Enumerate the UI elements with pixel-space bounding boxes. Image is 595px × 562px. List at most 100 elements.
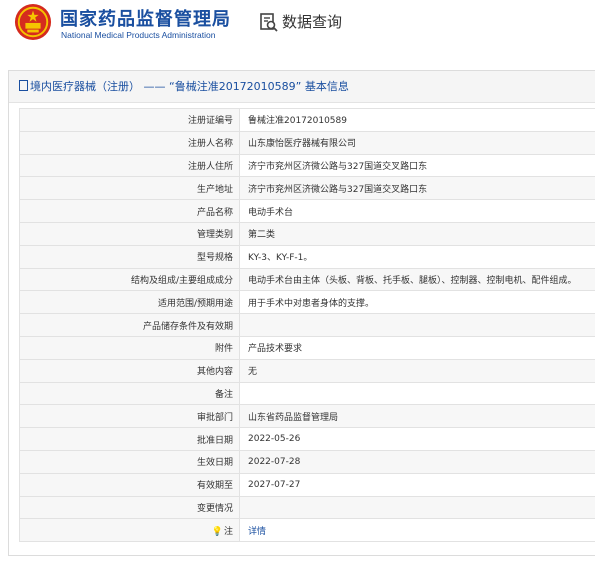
row-label: 💡注: [19, 518, 240, 543]
row-label-text: 备注: [214, 389, 233, 400]
table-row: 批准日期 2022-05-26: [19, 427, 595, 451]
row-label: 产品名称: [19, 199, 240, 223]
row-label-text: 附件: [214, 344, 233, 355]
row-value-text: 2022-05-26: [248, 434, 301, 445]
row-value: [239, 381, 595, 406]
row-label: 结构及组成/主要组成成分: [19, 267, 240, 292]
panel-title: 境内医疗器械（注册） —— “鲁械注准20172010589” 基本信息: [9, 71, 595, 103]
row-label: 备注: [19, 381, 240, 406]
table-row: 审批部门 山东省药品监督管理局: [19, 404, 595, 429]
row-value: 产品技术要求: [239, 335, 595, 360]
row-label: 适用范围/预期用途: [19, 290, 240, 315]
row-value: 第二类: [239, 221, 595, 246]
lightbulb-icon: 💡: [211, 526, 223, 537]
row-value-text: 济宁市兖州区济微公路与327国道交叉路口东: [248, 161, 428, 172]
row-value-text: 电动手术台: [248, 207, 294, 218]
table-row: 生产地址 济宁市兖州区济微公路与327国道交叉路口东: [19, 176, 595, 201]
row-label-text: 型号规格: [196, 253, 233, 264]
site-title[interactable]: 国家药品监督管理局: [60, 5, 231, 31]
row-label: 注册人名称: [19, 130, 240, 155]
row-label-text: 有效期至: [196, 481, 233, 492]
row-value: [239, 495, 595, 520]
row-label-text: 生效日期: [196, 458, 233, 469]
row-value: 2022-05-26: [239, 427, 595, 451]
row-label-text: 注: [223, 526, 233, 537]
details-link[interactable]: 详情: [248, 527, 266, 537]
row-value: [239, 313, 595, 337]
table-row: 变更情况: [19, 495, 595, 520]
row-label: 型号规格: [19, 244, 240, 269]
site-subtitle[interactable]: National Medical Products Administration: [61, 30, 216, 40]
magnifier-doc-icon: [260, 13, 278, 32]
panel-title-text: 境内医疗器械（注册） —— “鲁械注准20172010589” 基本信息: [30, 80, 349, 93]
row-value: 无: [239, 358, 595, 383]
row-label: 生产地址: [19, 176, 240, 201]
row-label-text: 注册证编号: [187, 116, 233, 127]
table-row: 产品名称 电动手术台: [19, 199, 595, 223]
row-value: 济宁市兖州区济微公路与327国道交叉路口东: [239, 153, 595, 178]
site-header: 国家药品监督管理局 National Medical Products Admi…: [0, 0, 595, 52]
row-label: 生效日期: [19, 449, 240, 474]
table-row: 附件 产品技术要求: [19, 335, 595, 360]
table-row: 生效日期 2022-07-28: [19, 449, 595, 474]
detail-panel: 境内医疗器械（注册） —— “鲁械注准20172010589” 基本信息 注册证…: [8, 70, 595, 556]
row-value-text: 电动手术台由主体（头板、背板、托手板、腿板）、控制器、控制电机、配件组成。: [248, 275, 577, 286]
row-value-text: 济宁市兖州区济微公路与327国道交叉路口东: [248, 184, 428, 195]
row-label-text: 批准日期: [196, 435, 233, 446]
row-value: 2022-07-28: [239, 449, 595, 474]
national-emblem-icon: [14, 3, 52, 41]
row-value: 山东省药品监督管理局: [239, 404, 595, 429]
row-label-text: 审批部门: [196, 412, 233, 423]
info-table: 注册证编号 鲁械注准20172010589 注册人名称 山东康怡医疗器械有限公司 注册人…: [19, 108, 595, 543]
table-row: 有效期至 2027-07-27: [19, 472, 595, 497]
row-label-text: 注册人名称: [187, 139, 233, 150]
row-label-text: 变更情况: [196, 503, 233, 514]
row-value: 电动手术台: [239, 199, 595, 223]
row-label: 变更情况: [19, 495, 240, 520]
row-label-text: 结构及组成/主要组成成分: [130, 275, 233, 286]
table-row: 结构及组成/主要组成成分 电动手术台由主体（头板、背板、托手板、腿板）、控制器、控…: [19, 267, 595, 292]
row-label-text: 管理类别: [196, 230, 233, 241]
row-value-text: 产品技术要求: [248, 344, 303, 355]
row-label-text: 生产地址: [196, 184, 233, 195]
row-value: 鲁械注准20172010589: [239, 108, 595, 132]
row-value[interactable]: 详情: [239, 518, 595, 543]
row-label-text: 注册人住所: [187, 161, 233, 172]
row-label: 注册人住所: [19, 153, 240, 178]
document-icon: [19, 80, 28, 91]
table-row: 注册人名称 山东康怡医疗器械有限公司: [19, 130, 595, 155]
row-label: 管理类别: [19, 221, 240, 246]
row-value: 2027-07-27: [239, 472, 595, 497]
row-label: 产品储存条件及有效期: [19, 313, 240, 337]
row-label: 有效期至: [19, 472, 240, 497]
table-row: 💡注 详情: [19, 518, 595, 543]
row-value: 用于手术中对患者身体的支撑。: [239, 290, 595, 315]
row-label-text: 产品储存条件及有效期: [142, 321, 233, 332]
table-row: 产品储存条件及有效期: [19, 313, 595, 337]
section-title[interactable]: 数据查询: [282, 11, 342, 32]
row-value-text: 山东省药品监督管理局: [248, 412, 339, 423]
table-row: 适用范围/预期用途 用于手术中对患者身体的支撑。: [19, 290, 595, 315]
table-row: 注册证编号 鲁械注准20172010589: [19, 108, 595, 132]
row-label: 附件: [19, 335, 240, 360]
row-value-text: 无: [248, 367, 258, 378]
row-value: KY-3、KY-F-1。: [239, 244, 595, 269]
row-value: 电动手术台由主体（头板、背板、托手板、腿板）、控制器、控制电机、配件组成。: [239, 267, 595, 292]
row-value-text: 2027-07-27: [248, 479, 301, 490]
row-label: 审批部门: [19, 404, 240, 429]
row-label: 注册证编号: [19, 108, 240, 132]
row-value-text: 鲁械注准20172010589: [248, 116, 347, 127]
row-value-text: 用于手术中对患者身体的支撑。: [248, 298, 375, 309]
row-label-text: 产品名称: [196, 207, 233, 218]
row-value-text: 山东康怡医疗器械有限公司: [248, 139, 357, 150]
row-value: 济宁市兖州区济微公路与327国道交叉路口东: [239, 176, 595, 201]
table-row: 其他内容 无: [19, 358, 595, 383]
row-value: 山东康怡医疗器械有限公司: [239, 130, 595, 155]
row-label: 其他内容: [19, 358, 240, 383]
row-label-text: 适用范围/预期用途: [157, 298, 233, 309]
table-row: 管理类别 第二类: [19, 221, 595, 246]
table-row: 注册人住所 济宁市兖州区济微公路与327国道交叉路口东: [19, 153, 595, 178]
table-row: 备注: [19, 381, 595, 406]
table-row: 型号规格 KY-3、KY-F-1。: [19, 244, 595, 269]
row-value-text: 2022-07-28: [248, 456, 301, 467]
